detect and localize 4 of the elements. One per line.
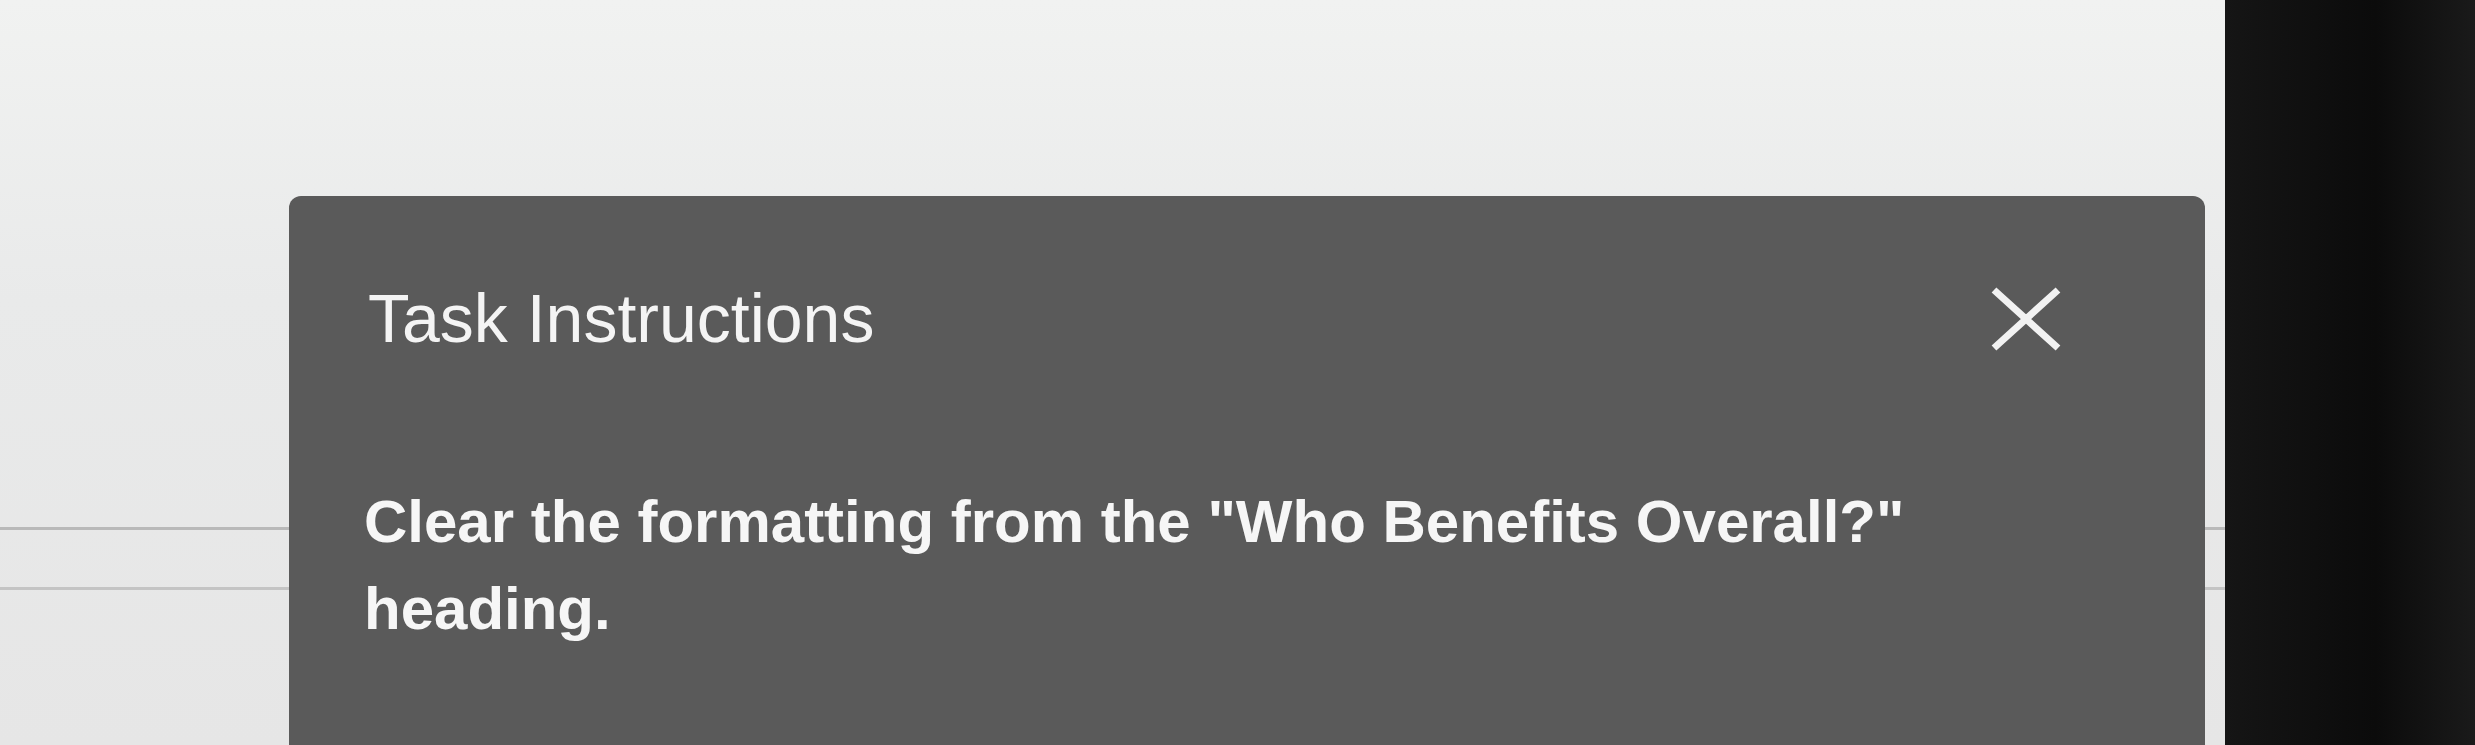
close-button[interactable] xyxy=(1991,286,2061,351)
dialog-title: Task Instructions xyxy=(367,279,875,358)
close-icon xyxy=(1991,286,2061,351)
instruction-text: Clear the formatting from the "Who Benefits Overall?" heading. xyxy=(364,486,1906,644)
